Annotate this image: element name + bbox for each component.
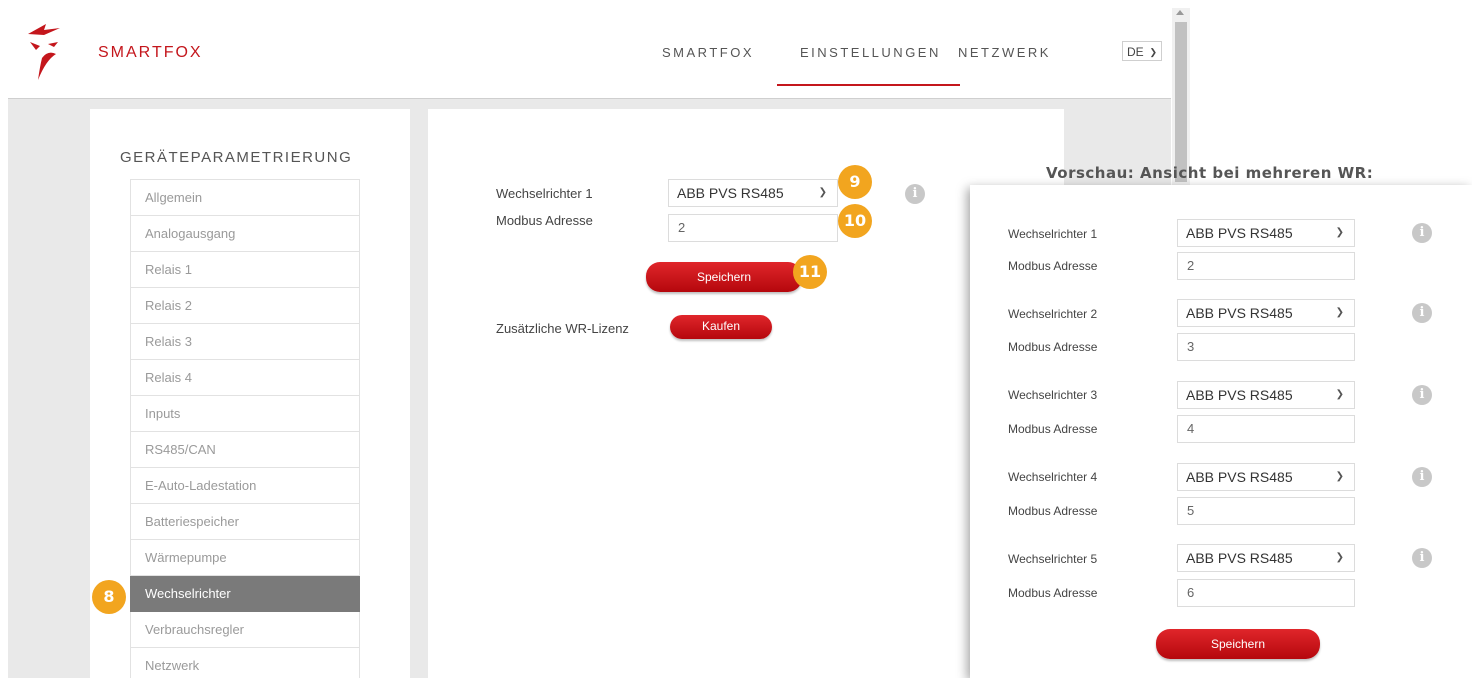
preview-inverter-3-select[interactable]: ABB PVS RS485 ❯: [1177, 381, 1355, 409]
preview-inverter-4-label: Wechselrichter 4: [1008, 470, 1098, 484]
info-icon[interactable]: i: [905, 184, 925, 204]
sidebar-item-relais-4[interactable]: Relais 4: [130, 360, 360, 396]
step-badge-8: 8: [92, 580, 126, 614]
inverter-1-select[interactable]: ABB PVS RS485 ❯: [668, 179, 838, 207]
sidebar-item-relais-1[interactable]: Relais 1: [130, 252, 360, 288]
chevron-down-icon: ❯: [1335, 471, 1344, 482]
sidebar-item-e-auto-ladestation[interactable]: E-Auto-Ladestation: [130, 468, 360, 504]
brand-name[interactable]: SMARTFOX: [98, 44, 203, 62]
preview-modbus-5-label: Modbus Adresse: [1008, 586, 1098, 600]
chevron-down-icon: ❯: [818, 187, 827, 198]
step-badge-11: 11: [793, 255, 827, 289]
save-button[interactable]: Speichern: [646, 262, 802, 292]
top-header: SMARTFOX SMARTFOX EINSTELLUNGEN NETZWERK…: [8, 8, 1171, 99]
chevron-down-icon: ❯: [1335, 307, 1344, 318]
preview-modbus-3-input[interactable]: 4: [1177, 415, 1355, 443]
preview-inverter-5-value: ABB PVS RS485: [1186, 550, 1293, 566]
sidebar-menu: Allgemein Analogausgang Relais 1 Relais …: [130, 179, 360, 678]
inverter-1-value: ABB PVS RS485: [677, 185, 784, 201]
chevron-down-icon: ❯: [1335, 227, 1344, 238]
scrollbar-thumb[interactable]: [1175, 22, 1187, 182]
preview-inverter-2-value: ABB PVS RS485: [1186, 305, 1293, 321]
smartfox-logo-icon: [28, 24, 60, 80]
inverter-1-label: Wechselrichter 1: [496, 186, 593, 201]
scroll-up-arrow-icon[interactable]: [1176, 10, 1184, 15]
preview-panel: Wechselrichter 1 ABB PVS RS485 ❯ i Modbus…: [970, 185, 1472, 678]
preview-modbus-4-label: Modbus Adresse: [1008, 504, 1098, 518]
preview-modbus-4-input[interactable]: 5: [1177, 497, 1355, 525]
preview-inverter-4-value: ABB PVS RS485: [1186, 469, 1293, 485]
preview-inverter-4-select[interactable]: ABB PVS RS485 ❯: [1177, 463, 1355, 491]
preview-modbus-2-label: Modbus Adresse: [1008, 340, 1098, 354]
active-nav-indicator: [777, 84, 960, 86]
preview-inverter-2-label: Wechselrichter 2: [1008, 307, 1098, 321]
modbus-address-label: Modbus Adresse: [496, 213, 593, 228]
settings-sidebar: GERÄTEPARAMETRIERUNG Allgemein Analogaus…: [90, 109, 410, 678]
preview-inverter-5-label: Wechselrichter 5: [1008, 552, 1098, 566]
modbus-address-input[interactable]: 2: [668, 214, 838, 242]
sidebar-item-waermepumpe[interactable]: Wärmepumpe: [130, 540, 360, 576]
preview-title: Vorschau: Ansicht bei mehreren WR:: [1046, 164, 1374, 182]
sidebar-item-allgemein[interactable]: Allgemein: [130, 179, 360, 216]
preview-modbus-5-input[interactable]: 6: [1177, 579, 1355, 607]
sidebar-item-rs485-can[interactable]: RS485/CAN: [130, 432, 360, 468]
preview-modbus-3-label: Modbus Adresse: [1008, 422, 1098, 436]
inverter-settings-panel: Wechselrichter 1 ABB PVS RS485 ❯ i Modbu…: [428, 109, 1064, 678]
sidebar-item-relais-2[interactable]: Relais 2: [130, 288, 360, 324]
nav-netzwerk[interactable]: NETZWERK: [958, 45, 1051, 60]
chevron-down-icon: ❯: [1149, 47, 1157, 57]
preview-modbus-2-input[interactable]: 3: [1177, 333, 1355, 361]
sidebar-title: GERÄTEPARAMETRIERUNG: [120, 149, 353, 166]
language-select[interactable]: DE ❯: [1122, 41, 1162, 61]
sidebar-item-analogausgang[interactable]: Analogausgang: [130, 216, 360, 252]
info-icon[interactable]: i: [1412, 223, 1432, 243]
buy-license-button[interactable]: Kaufen: [670, 315, 772, 339]
sidebar-item-inputs[interactable]: Inputs: [130, 396, 360, 432]
sidebar-item-wechselrichter[interactable]: Wechselrichter: [130, 576, 360, 612]
preview-inverter-1-value: ABB PVS RS485: [1186, 225, 1293, 241]
preview-inverter-2-select[interactable]: ABB PVS RS485 ❯: [1177, 299, 1355, 327]
preview-modbus-1-label: Modbus Adresse: [1008, 259, 1098, 273]
info-icon[interactable]: i: [1412, 467, 1432, 487]
info-icon[interactable]: i: [1412, 548, 1432, 568]
sidebar-item-batteriespeicher[interactable]: Batteriespeicher: [130, 504, 360, 540]
info-icon[interactable]: i: [1412, 385, 1432, 405]
nav-einstellungen[interactable]: EINSTELLUNGEN: [800, 45, 941, 60]
language-value: DE: [1127, 45, 1144, 59]
preview-inverter-3-value: ABB PVS RS485: [1186, 387, 1293, 403]
chevron-down-icon: ❯: [1335, 552, 1344, 563]
preview-inverter-3-label: Wechselrichter 3: [1008, 388, 1098, 402]
sidebar-item-relais-3[interactable]: Relais 3: [130, 324, 360, 360]
info-icon[interactable]: i: [1412, 303, 1432, 323]
sidebar-item-netzwerk[interactable]: Netzwerk: [130, 648, 360, 678]
preview-modbus-1-input[interactable]: 2: [1177, 252, 1355, 280]
preview-save-button[interactable]: Speichern: [1156, 629, 1320, 659]
step-badge-10: 10: [838, 204, 872, 238]
nav-smartfox[interactable]: SMARTFOX: [662, 45, 754, 60]
preview-inverter-5-select[interactable]: ABB PVS RS485 ❯: [1177, 544, 1355, 572]
sidebar-item-verbrauchsregler[interactable]: Verbrauchsregler: [130, 612, 360, 648]
preview-inverter-1-select[interactable]: ABB PVS RS485 ❯: [1177, 219, 1355, 247]
chevron-down-icon: ❯: [1335, 389, 1344, 400]
preview-inverter-1-label: Wechselrichter 1: [1008, 227, 1098, 241]
step-badge-9: 9: [838, 165, 872, 199]
additional-license-label: Zusätzliche WR-Lizenz: [496, 321, 629, 336]
